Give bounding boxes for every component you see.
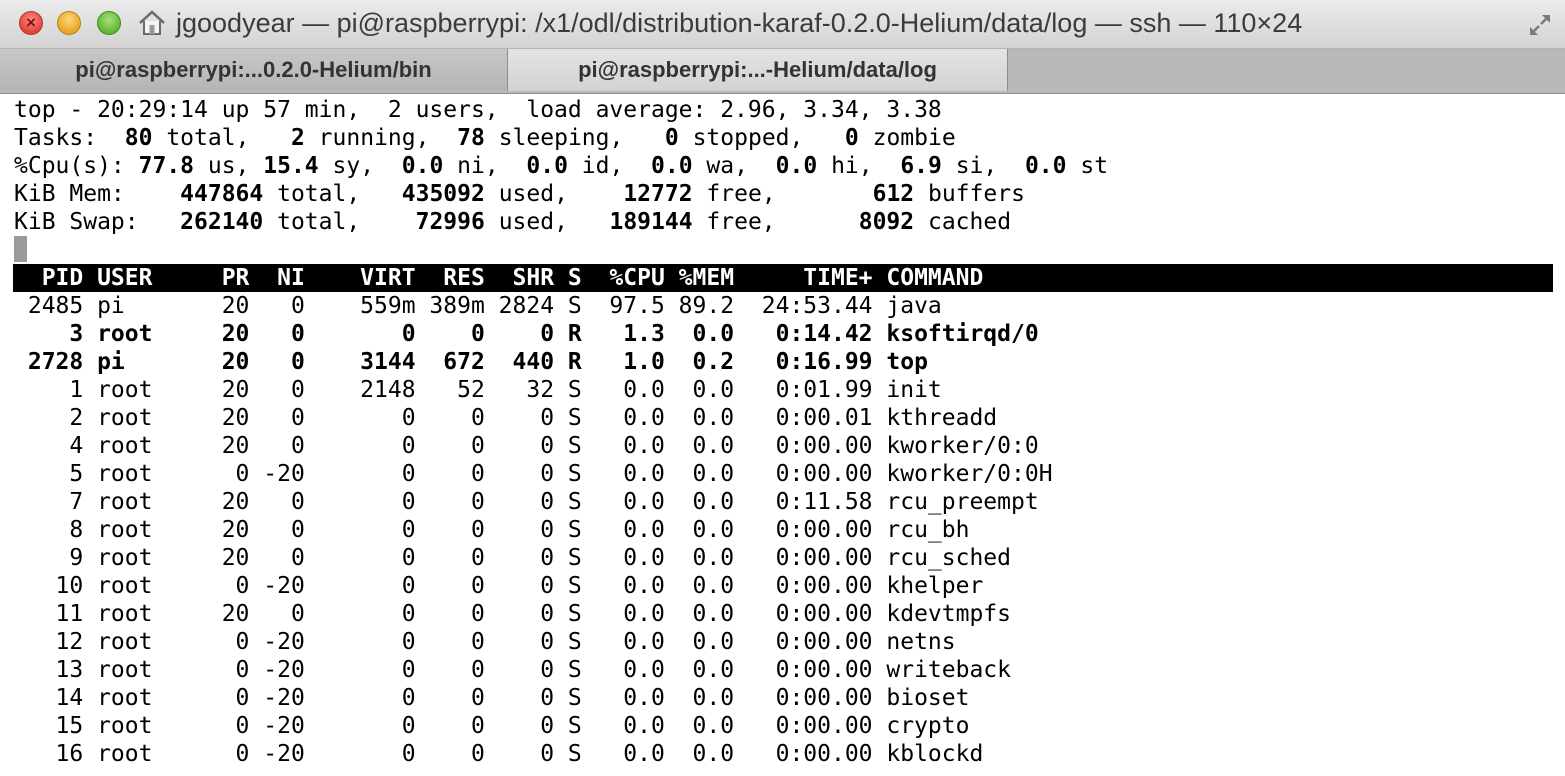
scrollbar[interactable]	[1554, 94, 1565, 776]
swap-line: KiB Swap: 262140 total, 72996 used, 1891…	[14, 209, 1012, 235]
swap-free: 189144	[609, 209, 693, 235]
tasks-zombie: 0	[844, 125, 859, 151]
uptime-line: top - 20:29:14 up 57 min, 2 users, load …	[14, 97, 942, 123]
swap-total: 262140	[180, 209, 264, 235]
mem-free: 12772	[623, 181, 693, 207]
table-row: 11 root 20 0 0 0 0 S 0.0 0.0 0:00.00 kde…	[14, 601, 1011, 627]
terminal-window: × jgoodyear — pi@raspberrypi: /x1/odl/di…	[0, 0, 1565, 776]
table-row: 1 root 20 0 2148 52 32 S 0.0 0.0 0:01.99…	[14, 377, 942, 403]
table-row: 2728 pi 20 0 3144 672 440 R 1.0 0.2 0:16…	[14, 349, 928, 375]
terminal-output[interactable]: top - 20:29:14 up 57 min, 2 users, load …	[0, 94, 1565, 776]
table-row: 5 root 0 -20 0 0 0 S 0.0 0.0 0:00.00 kwo…	[14, 461, 1053, 487]
table-row: 2485 pi 20 0 559m 389m 2824 S 97.5 89.2 …	[14, 293, 942, 319]
zoom-icon	[98, 12, 120, 34]
table-row: 8 root 20 0 0 0 0 S 0.0 0.0 0:00.00 rcu_…	[14, 517, 970, 543]
swap-cached: 8092	[858, 209, 915, 235]
tab-helium-bin[interactable]: pi@raspberrypi:...0.2.0-Helium/bin	[0, 49, 508, 91]
table-row: 12 root 0 -20 0 0 0 S 0.0 0.0 0:00.00 ne…	[14, 629, 956, 655]
cpu-id: 0.0	[526, 153, 568, 179]
table-row: 2 root 20 0 0 0 0 S 0.0 0.0 0:00.01 kthr…	[14, 405, 998, 431]
mem-used: 435092	[401, 181, 485, 207]
title-bar[interactable]: × jgoodyear — pi@raspberrypi: /x1/odl/di…	[0, 0, 1565, 49]
cpu-ni: 0.0	[401, 153, 444, 179]
table-row: 10 root 0 -20 0 0 0 S 0.0 0.0 0:00.00 kh…	[14, 573, 984, 599]
home-icon	[139, 10, 165, 35]
cpu-st: 0.0	[1024, 153, 1067, 179]
mem-buffers: 612	[872, 181, 915, 207]
column-headers: PID USER PR NI VIRT RES SHR S %CPU %MEM …	[14, 265, 984, 291]
table-row: 13 root 0 -20 0 0 0 S 0.0 0.0 0:00.00 wr…	[14, 657, 1011, 683]
cpu-line: %Cpu(s): 77.8 us, 15.4 sy, 0.0 ni, 0.0 i…	[14, 153, 1109, 179]
swap-used: 72996	[415, 209, 485, 235]
table-row: 14 root 0 -20 0 0 0 S 0.0 0.0 0:00.00 bi…	[14, 685, 970, 711]
minimize-button[interactable]	[57, 11, 81, 35]
cpu-si: 6.9	[900, 153, 942, 179]
table-row: 9 root 20 0 0 0 0 S 0.0 0.0 0:00.00 rcu_…	[14, 545, 1011, 571]
tab-helium-data-log[interactable]: pi@raspberrypi:...-Helium/data/log	[508, 49, 1008, 91]
table-row: 3 root 20 0 0 0 0 R 1.3 0.0 0:14.42 ksof…	[14, 321, 1039, 347]
table-row: 7 root 20 0 0 0 0 S 0.0 0.0 0:11.58 rcu_…	[14, 489, 1039, 515]
tasks-running: 2	[290, 125, 305, 151]
tasks-stopped: 0	[664, 125, 679, 151]
window-title: jgoodyear — pi@raspberrypi: /x1/odl/dist…	[176, 8, 1303, 38]
cpu-hi: 0.0	[775, 153, 818, 179]
zoom-button[interactable]	[97, 11, 121, 35]
minimize-icon	[58, 12, 80, 34]
table-row: 4 root 20 0 0 0 0 S 0.0 0.0 0:00.00 kwor…	[14, 433, 1039, 459]
terminal-cursor	[14, 236, 27, 262]
close-icon: ×	[26, 13, 36, 32]
tasks-sleeping: 78	[457, 125, 485, 151]
tasks-line: Tasks: 80 total, 2 running, 78 sleeping,…	[14, 125, 956, 151]
process-table-header: PID USER PR NI VIRT RES SHR S %CPU %MEM …	[13, 264, 1553, 292]
mem-line: KiB Mem: 447864 total, 435092 used, 1277…	[14, 181, 1025, 207]
cpu-us: 77.8	[138, 153, 195, 179]
cpu-wa: 0.0	[651, 153, 693, 179]
table-row: 15 root 0 -20 0 0 0 S 0.0 0.0 0:00.00 cr…	[14, 713, 970, 739]
tasks-total: 80	[124, 125, 153, 151]
mem-total: 447864	[180, 181, 264, 207]
table-row: 16 root 0 -20 0 0 0 S 0.0 0.0 0:00.00 kb…	[14, 741, 984, 767]
close-button[interactable]: ×	[19, 11, 43, 35]
fullscreen-icon[interactable]	[1527, 12, 1553, 38]
tab-bar: pi@raspberrypi:...0.2.0-Helium/bin pi@ra…	[0, 49, 1565, 94]
cpu-sy: 15.4	[263, 153, 319, 179]
